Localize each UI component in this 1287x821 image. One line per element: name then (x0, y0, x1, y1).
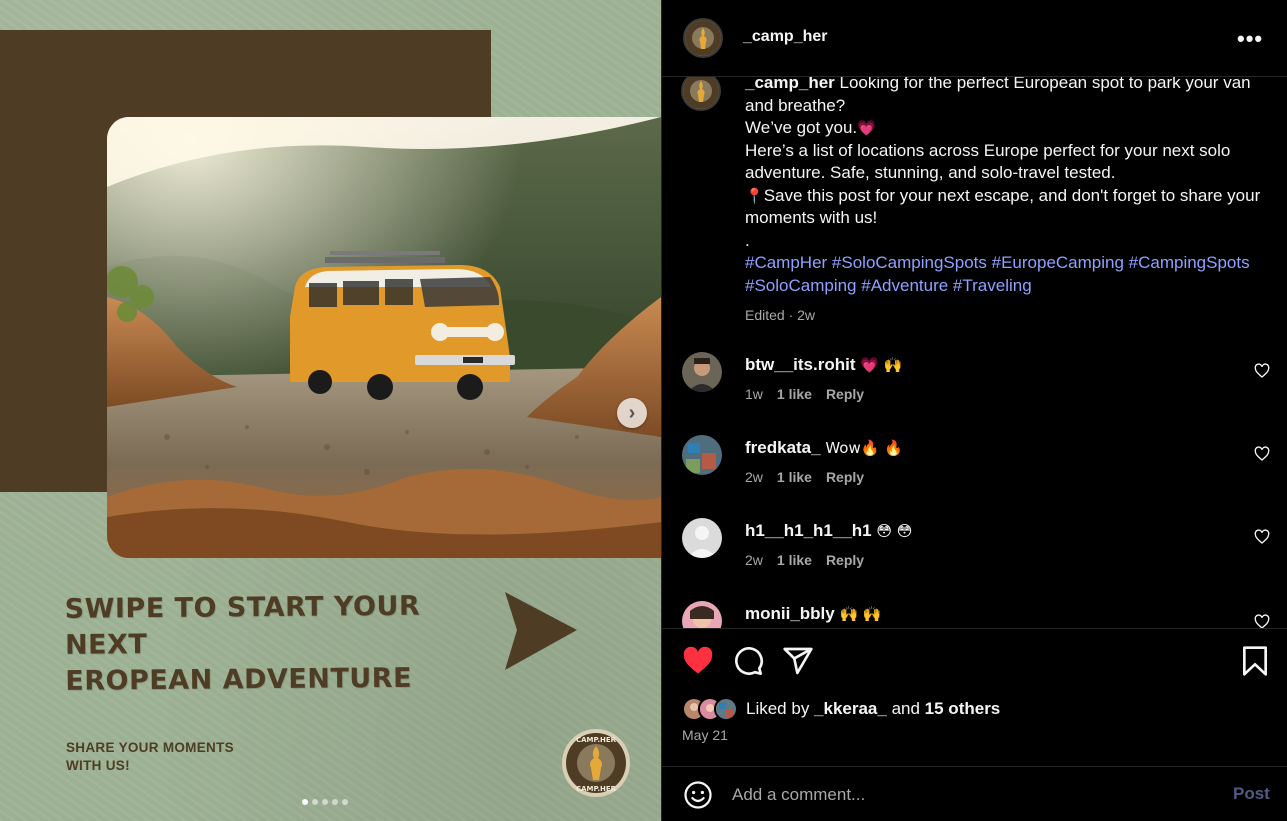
post-comment-button[interactable]: Post (1233, 784, 1270, 804)
share-line-1: SHARE YOUR MOMENTS (66, 740, 234, 755)
like-comment-heart-icon[interactable] (1254, 529, 1270, 545)
carousel-indicator (302, 799, 348, 805)
caption-meta: Edited · 2w (745, 307, 816, 323)
post-media[interactable]: › SWIPE TO START YOUR NEXT EROPEAN ADVEN… (0, 0, 661, 821)
heart-icon[interactable] (682, 645, 714, 677)
liker-avatars (682, 697, 738, 721)
post-actions (662, 628, 1287, 688)
camp-her-avatar-icon (685, 20, 721, 56)
post-date: May 21 (682, 727, 728, 743)
comment-meta: 1w 1 like Reply (745, 386, 864, 402)
caption-author[interactable]: _camp_her (745, 77, 835, 92)
caption-avatar[interactable] (681, 77, 721, 111)
caption-line-2: We’ve got you. (745, 118, 858, 137)
badge-top-text: CAMP.HER (576, 736, 617, 744)
comments-scroll[interactable]: _camp_her Looking for the perfect Europe… (662, 77, 1287, 628)
carousel-dot (342, 799, 348, 805)
comment-body: 💗 🙌 (860, 356, 903, 374)
post-header: _camp_her ••• (662, 0, 1287, 77)
comment-body: Wow🔥 🔥 (825, 439, 903, 457)
caption-line-4: Save this post for your next escape, and… (745, 185, 1261, 228)
comment-age: 2w (745, 552, 763, 568)
more-options-icon[interactable]: ••• (1237, 26, 1263, 52)
carousel-dot (312, 799, 318, 805)
likes-others[interactable]: 15 others (925, 699, 1001, 718)
emoji-icon[interactable] (683, 780, 713, 810)
commenter-avatar[interactable] (682, 352, 722, 392)
like-comment-heart-icon[interactable] (1254, 446, 1270, 462)
bookmark-icon[interactable] (1239, 645, 1271, 677)
commenter-avatar[interactable] (682, 601, 722, 628)
likes-text: Liked by _kkeraa_ and 15 others (746, 699, 1000, 719)
carousel-dot (332, 799, 338, 805)
post-headline: SWIPE TO START YOUR NEXT EROPEAN ADVENTU… (65, 588, 486, 700)
badge-bottom-text: CAMP.HER (576, 785, 617, 793)
heart-emoji: 💗 (857, 119, 876, 137)
liker-avatar (714, 697, 738, 721)
comment-body: 😳 😳 (876, 522, 913, 540)
van-photo (107, 117, 661, 558)
comment-likes[interactable]: 1 like (777, 552, 812, 568)
comment-row: monii_bbly 🙌 🙌 (662, 601, 1287, 628)
carousel-dot (322, 799, 328, 805)
like-comment-heart-icon[interactable] (1254, 614, 1270, 628)
camp-her-avatar-icon (683, 77, 719, 109)
like-comment-heart-icon[interactable] (1254, 363, 1270, 379)
reply-button[interactable]: Reply (826, 386, 864, 402)
caption-line-5: . (745, 230, 750, 250)
likes-prefix: Liked by (746, 699, 815, 718)
comment-row: fredkata_ Wow🔥 🔥 2w 1 like Reply (662, 435, 1287, 505)
reply-button[interactable]: Reply (826, 469, 864, 485)
next-slide-button[interactable]: › (617, 398, 647, 428)
comment-text: monii_bbly 🙌 🙌 (745, 604, 882, 624)
comment-username[interactable]: monii_bbly (745, 604, 835, 623)
comment-username[interactable]: h1__h1_h1__h1 (745, 521, 872, 540)
caption-line-3: Here’s a list of locations across Europe… (745, 140, 1231, 183)
likes-mid: and (886, 699, 925, 718)
comment-text: fredkata_ Wow🔥 🔥 (745, 438, 903, 458)
headline-line-2: EROPEAN ADVENTURE (65, 662, 413, 697)
likes-user[interactable]: _kkeraa_ (814, 699, 887, 718)
comment-age: 1w (745, 386, 763, 402)
arrow-right-icon (505, 592, 577, 670)
comment-meta: 2w 1 like Reply (745, 552, 864, 568)
pin-emoji: 📍 (745, 186, 764, 205)
comment-likes[interactable]: 1 like (777, 386, 812, 402)
headline-line-1: SWIPE TO START YOUR NEXT (64, 590, 421, 661)
comment-icon[interactable] (732, 645, 764, 677)
share-line-2: WITH US! (66, 758, 130, 773)
comment-row: btw__its.rohit 💗 🙌 1w 1 like Reply (662, 352, 1287, 422)
author-avatar[interactable] (683, 18, 723, 58)
share-icon[interactable] (782, 645, 814, 677)
comment-likes[interactable]: 1 like (777, 469, 812, 485)
chevron-right-icon: › (628, 401, 636, 424)
comment-text: h1__h1_h1__h1 😳 😳 (745, 521, 912, 541)
commenter-avatar[interactable] (682, 435, 722, 475)
comment-input[interactable] (732, 782, 1182, 808)
post-sidebar: _camp_her ••• _camp_her Looking for the … (661, 0, 1287, 821)
comment-age: 2w (745, 469, 763, 485)
comment-username[interactable]: fredkata_ (745, 438, 821, 457)
post-caption: _camp_her Looking for the perfect Europe… (745, 77, 1265, 327)
comment-text: btw__its.rohit 💗 🙌 (745, 355, 902, 375)
add-comment-bar: Post (662, 766, 1287, 821)
likes-summary[interactable]: Liked by _kkeraa_ and 15 others (682, 697, 1000, 721)
share-moments-text: SHARE YOUR MOMENTS WITH US! (66, 739, 266, 775)
comment-username[interactable]: btw__its.rohit (745, 355, 856, 374)
reply-button[interactable]: Reply (826, 552, 864, 568)
commenter-avatar[interactable] (682, 518, 722, 558)
comment-row: h1__h1_h1__h1 😳 😳 2w 1 like Reply (662, 518, 1287, 588)
comment-body: 🙌 🙌 (839, 605, 882, 623)
author-username[interactable]: _camp_her (743, 28, 828, 46)
comment-meta: 2w 1 like Reply (745, 469, 864, 485)
camp-her-logo: CAMP.HER CAMP.HER (562, 729, 630, 797)
caption-hashtags[interactable]: #CampHer #SoloCampingSpots #EuropeCampin… (745, 252, 1265, 297)
carousel-dot (302, 799, 308, 805)
